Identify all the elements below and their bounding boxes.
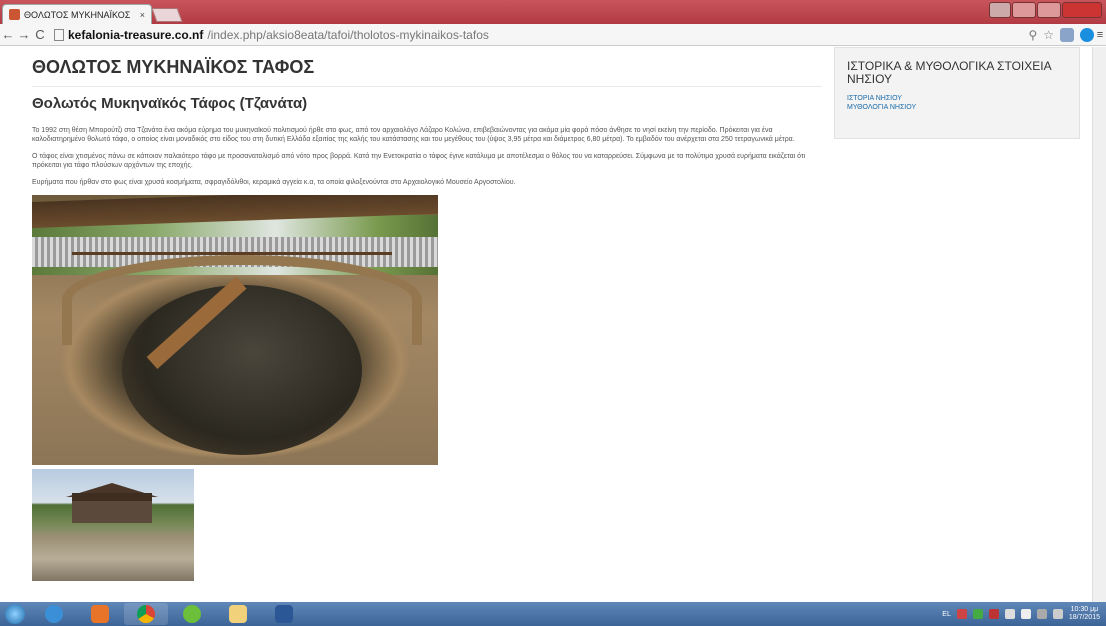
sidebar-module: ΙΣΤΟΡΙΚΑ & ΜΥΘΟΛΟΓΙΚΑ ΣΤΟΙΧΕΙΑ ΝΗΣΙΟΥ ΙΣ… xyxy=(834,47,1080,139)
photo-roof-beams xyxy=(72,215,392,255)
tray-app-icon[interactable] xyxy=(956,609,967,619)
tab-title: ΘΟΛΩΤΟΣ ΜΥΚΗΝΑΪΚΟΣ xyxy=(24,9,131,20)
clock-time: 10:30 μμ xyxy=(1070,606,1099,613)
tomb-shelter-photo xyxy=(32,469,194,581)
sidebar-link-history[interactable]: ΙΣΤΟΡΙΑ ΝΗΣΙΟΥ xyxy=(847,94,1067,103)
taskbar-ie[interactable] xyxy=(32,603,76,625)
bookmark-star-icon[interactable]: ☆ xyxy=(1043,28,1054,42)
ie-icon xyxy=(45,605,63,623)
taskbar: EL 10:30 μμ 18/7/2015 xyxy=(0,602,1106,626)
taskbar-utorrent[interactable] xyxy=(170,603,214,625)
clock-date: 18/7/2015 xyxy=(1068,614,1100,621)
clock[interactable]: 10:30 μμ 18/7/2015 xyxy=(1069,606,1100,622)
taskbar-word[interactable] xyxy=(262,603,306,625)
action-center-flag-icon[interactable] xyxy=(1020,609,1031,619)
system-tray: EL 10:30 μμ 18/7/2015 xyxy=(942,606,1106,622)
taskbar-explorer[interactable] xyxy=(216,603,260,625)
language-indicator[interactable]: EL xyxy=(942,611,951,618)
sidebar-link-mythology[interactable]: ΜΥΘΟΛΟΓΙΑ ΝΗΣΙΟΥ xyxy=(847,103,1067,112)
taskbar-chrome[interactable] xyxy=(124,603,168,625)
window-controls xyxy=(989,2,1102,18)
url-host: kefalonia-treasure.co.nf xyxy=(68,27,204,42)
reload-button[interactable]: C xyxy=(32,27,48,42)
start-button[interactable] xyxy=(0,602,30,626)
folder-icon xyxy=(229,605,247,623)
favicon-icon xyxy=(9,9,20,20)
skype-extension-icon[interactable] xyxy=(1080,27,1094,42)
search-icon[interactable]: ⚲ xyxy=(1028,28,1037,42)
tab-close-button[interactable]: × xyxy=(140,10,145,20)
taskbar-media[interactable] xyxy=(78,603,122,625)
page-scrollbar[interactable] xyxy=(1092,47,1106,602)
windows-logo-icon xyxy=(5,604,25,624)
article-title: Θολωτός Μυκηναϊκός Τάφος (Τζανάτα) xyxy=(32,95,308,112)
address-bar[interactable]: kefalonia-treasure.co.nf/index.php/aksio… xyxy=(54,26,1054,44)
article-paragraph: Ευρήματα που ήρθαν στο φως είναι χρυσά κ… xyxy=(32,179,516,186)
browser-toolbar: ← → C kefalonia-treasure.co.nf/index.php… xyxy=(0,24,1106,46)
tray-app-icon[interactable] xyxy=(988,609,999,619)
page-content: ΘΟΛΩΤΟΣ ΜΥΚΗΝΑΪΚΟΣ ΤΑΦΟΣ Θολωτός Μυκηναϊ… xyxy=(0,47,1106,602)
url-path: /index.php/aksio8eata/tafoi/tholotos-myk… xyxy=(207,27,489,42)
browser-tab[interactable]: ΘΟΛΩΤΟΣ ΜΥΚΗΝΑΪΚΟΣ × xyxy=(2,4,152,24)
article-paragraph: Το 1992 στη θέση Μπορούτζι στα Τζανάτα έ… xyxy=(32,127,795,143)
main-column: ΘΟΛΩΤΟΣ ΜΥΚΗΝΑΪΚΟΣ ΤΑΦΟΣ Θολωτός Μυκηναϊ… xyxy=(32,47,822,581)
article-paragraph: Ο τάφος είναι χτισμένος πάνω σε κάποιον … xyxy=(32,153,806,169)
volume-icon[interactable] xyxy=(1052,609,1063,619)
extension-icon[interactable] xyxy=(1060,27,1074,42)
forward-button[interactable]: → xyxy=(16,27,32,42)
network-signal-icon[interactable] xyxy=(1036,609,1047,619)
media-player-icon xyxy=(91,605,109,623)
tab-strip: ΘΟΛΩΤΟΣ ΜΥΚΗΝΑΪΚΟΣ × xyxy=(0,0,1106,24)
page-icon xyxy=(54,28,64,41)
bluetooth-icon[interactable] xyxy=(1004,609,1015,619)
word-icon xyxy=(275,605,293,623)
new-tab-button[interactable] xyxy=(151,8,183,22)
photo-shelter xyxy=(72,493,152,523)
tomb-photo xyxy=(32,195,438,465)
back-button[interactable]: ← xyxy=(0,27,16,42)
maximize-button[interactable] xyxy=(1037,2,1061,18)
minimize-button[interactable] xyxy=(1012,2,1036,18)
page-title: ΘΟΛΩΤΟΣ ΜΥΚΗΝΑΪΚΟΣ ΤΑΦΟΣ xyxy=(32,47,822,87)
sidebar-title: ΙΣΤΟΡΙΚΑ & ΜΥΘΟΛΟΓΙΚΑ ΣΤΟΙΧΕΙΑ ΝΗΣΙΟΥ xyxy=(847,59,1051,86)
chrome-icon xyxy=(137,605,155,623)
chrome-menu-icon[interactable]: ≡ xyxy=(1094,29,1106,41)
utorrent-icon xyxy=(183,605,201,623)
user-profile-icon[interactable] xyxy=(989,2,1011,18)
photo-tomb-pit xyxy=(122,285,362,455)
close-window-button[interactable] xyxy=(1062,2,1102,18)
tray-app-icon[interactable] xyxy=(972,609,983,619)
